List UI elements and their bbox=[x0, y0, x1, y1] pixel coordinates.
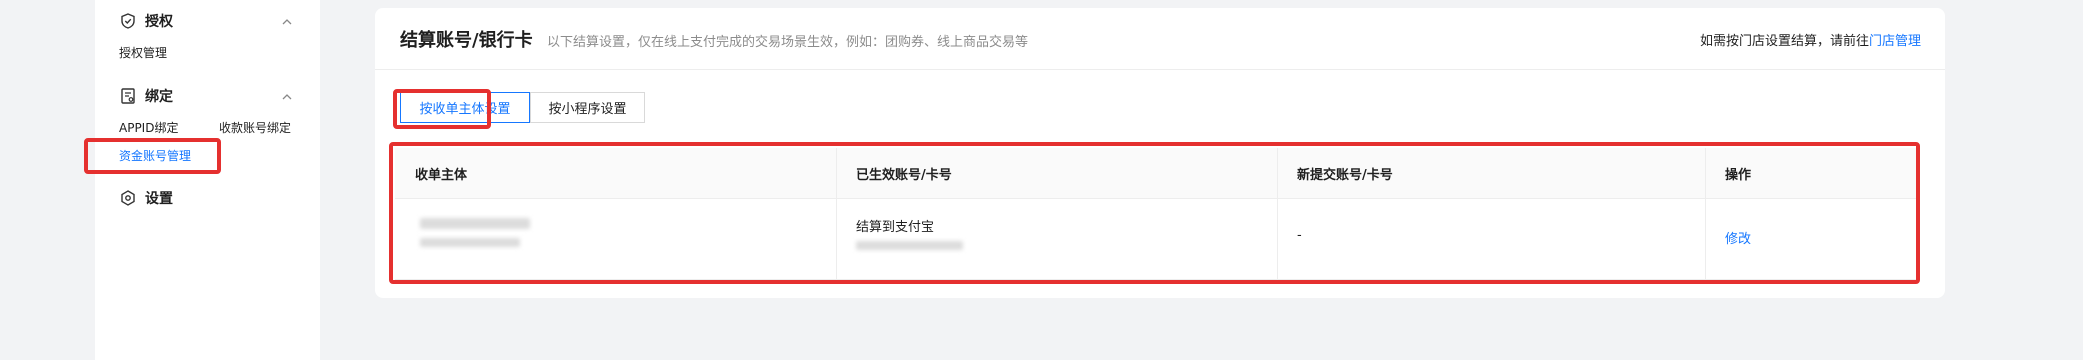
settlement-table: 收单主体 已生效账号/卡号 新提交账号/卡号 操作 结算到支付宝 - 修改 bbox=[395, 148, 1920, 282]
sidebar-item-appid-bind[interactable]: APPID绑定 bbox=[119, 119, 178, 136]
shield-check-icon bbox=[119, 12, 137, 30]
sidebar-group-title: 设置 bbox=[145, 191, 173, 207]
effective-account-text: 结算到支付宝 bbox=[856, 220, 935, 235]
column-header: 新提交账号/卡号 bbox=[1297, 167, 1393, 183]
card-header: 结算账号/银行卡 以下结算设置，仅在线上支付完成的交易场景生效，例如：团购券、线… bbox=[375, 8, 1945, 70]
tab-by-acquirer[interactable]: 按收单主体设置 bbox=[400, 92, 530, 123]
sidebar-group-auth[interactable]: 授权 bbox=[119, 10, 294, 32]
bind-doc-icon bbox=[119, 87, 137, 105]
page-title: 结算账号/银行卡 bbox=[400, 30, 533, 51]
sidebar-group-title: 绑定 bbox=[145, 89, 173, 105]
new-account-value: - bbox=[1297, 228, 1302, 243]
sidebar-item-fund-account[interactable]: 资金账号管理 bbox=[119, 147, 191, 164]
store-hint-text: 如需按门店设置结算，请前往 bbox=[1699, 34, 1869, 49]
sidebar-group-settings[interactable]: 设置 bbox=[119, 187, 294, 209]
chevron-up-icon[interactable] bbox=[280, 14, 294, 28]
chevron-up-icon[interactable] bbox=[280, 89, 294, 103]
sidebar-item-auth-manage[interactable]: 授权管理 bbox=[119, 44, 167, 61]
tab-by-miniprogram[interactable]: 按小程序设置 bbox=[530, 92, 645, 123]
blurred-acquirer-id bbox=[420, 238, 520, 247]
table-row: 结算到支付宝 - 修改 bbox=[395, 199, 1920, 280]
table-header: 收单主体 已生效账号/卡号 新提交账号/卡号 操作 bbox=[395, 148, 1920, 199]
page-description: 以下结算设置，仅在线上支付完成的交易场景生效，例如：团购券、线上商品交易等 bbox=[547, 35, 1029, 50]
sidebar-group-bind[interactable]: 绑定 bbox=[119, 85, 294, 107]
settings-icon bbox=[119, 189, 137, 207]
column-header: 操作 bbox=[1725, 167, 1752, 183]
column-header: 收单主体 bbox=[415, 167, 468, 183]
edit-link[interactable]: 修改 bbox=[1725, 228, 1751, 247]
store-manage-link[interactable]: 门店管理 bbox=[1869, 34, 1921, 49]
store-settlement-hint: 如需按门店设置结算，请前往门店管理 bbox=[1700, 30, 1921, 49]
settlement-card: 结算账号/银行卡 以下结算设置，仅在线上支付完成的交易场景生效，例如：团购券、线… bbox=[375, 8, 1945, 298]
sidebar-group-title: 授权 bbox=[145, 14, 173, 30]
blurred-account-number bbox=[856, 241, 963, 250]
sidebar: 授权 授权管理 绑定 APPID绑定 收款账号绑定 资金账号管理 设置 bbox=[95, 0, 320, 360]
column-header: 已生效账号/卡号 bbox=[856, 167, 952, 183]
blurred-acquirer-name bbox=[420, 218, 530, 229]
sidebar-item-account-bind[interactable]: 收款账号绑定 bbox=[219, 119, 291, 136]
